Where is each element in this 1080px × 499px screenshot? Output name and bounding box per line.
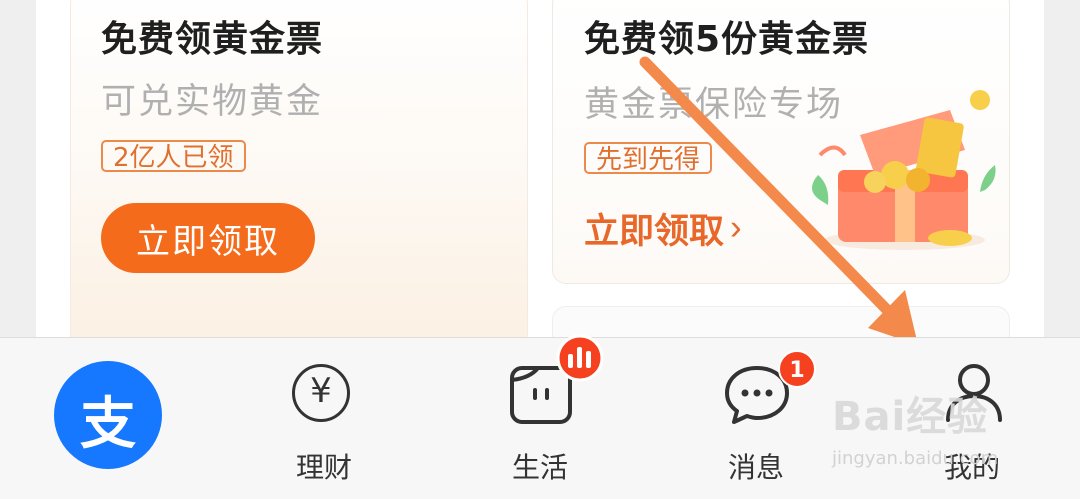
first-come-tag: 先到先得	[584, 142, 713, 175]
chevron-right-icon: ›	[730, 208, 742, 247]
alipay-logo-glyph: 支	[80, 392, 136, 457]
card-subtitle: 可兑实物黄金	[101, 82, 324, 122]
card-title: 免费领5份黄金票	[584, 19, 870, 60]
live-badge-icon	[556, 334, 604, 382]
yen-circle-icon: ¥	[292, 364, 350, 422]
tab-home[interactable]: 支	[29, 338, 189, 499]
watermark-url: jingyan.baidu.com	[832, 448, 999, 469]
tab-label: 理财	[295, 451, 352, 484]
claimed-count-tag: 2亿人已领	[101, 140, 246, 173]
tab-life[interactable]: 生活	[460, 334, 620, 499]
tab-label: 消息	[727, 451, 784, 484]
claim-now-link-label: 立即领取	[584, 211, 725, 251]
tab-messages[interactable]: 1 消息	[676, 338, 836, 499]
unread-badge: 1	[778, 350, 816, 388]
alipay-logo-icon: 支	[54, 361, 162, 469]
claim-now-button[interactable]: 立即领取	[101, 203, 315, 273]
tab-wealth[interactable]: ¥ 理财	[244, 338, 404, 499]
gift-box-gold-illustration	[811, 90, 996, 250]
card-title: 免费领黄金票	[101, 19, 324, 60]
tab-label: 生活	[511, 451, 568, 484]
claim-now-link[interactable]: 立即领取 ›	[584, 203, 742, 253]
baidu-jingyan-watermark: Bai经验	[832, 394, 989, 440]
yen-symbol: ¥	[310, 371, 332, 411]
